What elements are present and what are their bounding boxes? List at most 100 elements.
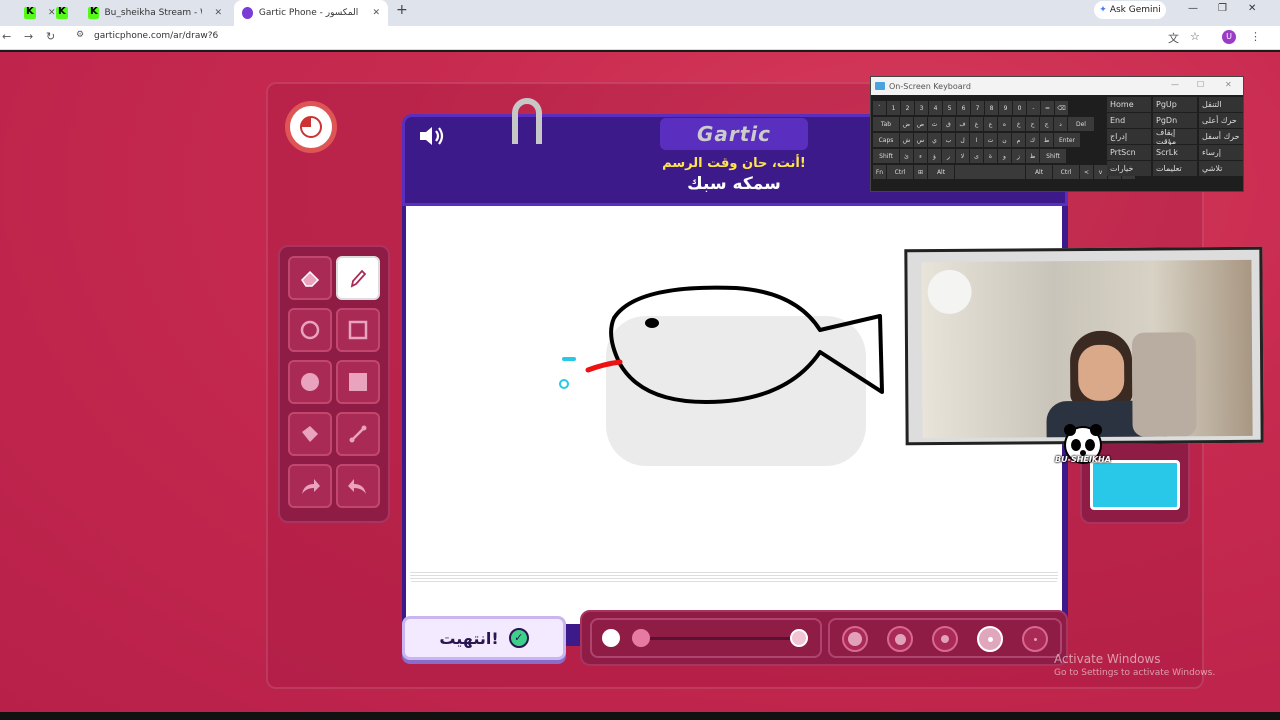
- osk-key[interactable]: ه: [998, 117, 1011, 131]
- fill-bucket-tool[interactable]: [288, 412, 332, 456]
- forward-icon[interactable]: →: [24, 30, 33, 43]
- bookmark-star-icon[interactable]: ☆: [1190, 30, 1200, 43]
- menu-icon[interactable]: ⋮: [1250, 30, 1261, 43]
- osk-side-key[interactable]: حرك أسفل: [1199, 129, 1243, 144]
- rect-fill-tool[interactable]: [336, 360, 380, 404]
- osk-key[interactable]: ؤ: [928, 149, 941, 163]
- osk-key[interactable]: 3: [915, 101, 928, 115]
- osk-key[interactable]: لا: [956, 149, 969, 163]
- osk-key[interactable]: ف: [956, 117, 969, 131]
- osk-key[interactable]: Ctrl: [1053, 165, 1079, 179]
- osk-key[interactable]: ق: [942, 117, 955, 131]
- osk-key[interactable]: Alt: [928, 165, 954, 179]
- osk-key[interactable]: =: [1041, 101, 1054, 115]
- tab-kick-2[interactable]: [48, 2, 76, 24]
- osk-side-key[interactable]: خيارات: [1107, 161, 1151, 176]
- osk-key[interactable]: ز: [1012, 149, 1025, 163]
- osk-key[interactable]: Shift: [1040, 149, 1066, 163]
- close-icon[interactable]: ✕: [1225, 80, 1232, 89]
- minimize-icon[interactable]: —: [1188, 3, 1198, 14]
- line-tool[interactable]: [336, 412, 380, 456]
- osk-key[interactable]: 4: [929, 101, 942, 115]
- tab-gartic[interactable]: Gartic Phone - الهاتف المكسور ✕: [234, 0, 388, 26]
- osk-key[interactable]: ب: [942, 133, 955, 147]
- osk-key[interactable]: ر: [942, 149, 955, 163]
- redo-tool[interactable]: [288, 464, 332, 508]
- osk-side-key[interactable]: PrtScn: [1107, 145, 1151, 160]
- brush-size-5[interactable]: [1022, 626, 1048, 652]
- osk-key[interactable]: ظ: [1026, 149, 1039, 163]
- reload-icon[interactable]: ↻: [46, 30, 55, 43]
- osk-key[interactable]: ث: [928, 117, 941, 131]
- url-field[interactable]: garticphone.com/ar/draw?6: [94, 31, 218, 41]
- osk-key[interactable]: ا: [970, 133, 983, 147]
- close-icon[interactable]: ✕: [372, 8, 380, 18]
- osk-key[interactable]: Caps: [873, 133, 899, 147]
- osk-key[interactable]: ى: [970, 149, 983, 163]
- osk-key[interactable]: 9: [999, 101, 1012, 115]
- osk-key[interactable]: ص: [914, 117, 927, 131]
- pencil-tool[interactable]: [336, 256, 380, 300]
- brush-size-4[interactable]: [977, 626, 1003, 652]
- tab-stream[interactable]: Bu_sheikha Stream - Watch Live ✕: [80, 2, 230, 24]
- osk-key[interactable]: ئ: [900, 149, 913, 163]
- minimize-icon[interactable]: —: [1171, 80, 1179, 89]
- close-window-icon[interactable]: ✕: [1248, 3, 1256, 14]
- site-info-icon[interactable]: ⚙: [76, 30, 84, 40]
- osk-key[interactable]: ك: [1026, 133, 1039, 147]
- avatar[interactable]: U: [1222, 30, 1236, 44]
- maximize-icon[interactable]: ☐: [1197, 80, 1204, 89]
- osk-side-key[interactable]: حرك أعلى: [1199, 113, 1243, 128]
- osk-key[interactable]: Fn: [873, 165, 886, 179]
- osk-key[interactable]: [955, 165, 1025, 179]
- osk-key[interactable]: غ: [970, 117, 983, 131]
- osk-key[interactable]: Del: [1068, 117, 1094, 131]
- translate-icon[interactable]: 文: [1168, 30, 1179, 46]
- osk-key[interactable]: ء: [914, 149, 927, 163]
- osk-side-key[interactable]: إرساء: [1199, 145, 1243, 160]
- osk-key[interactable]: ل: [956, 133, 969, 147]
- osk-key[interactable]: ج: [1040, 117, 1053, 131]
- osk-key[interactable]: ش: [900, 133, 913, 147]
- brush-size-2[interactable]: [887, 626, 913, 652]
- close-icon[interactable]: ✕: [214, 8, 222, 18]
- osk-key[interactable]: ة: [984, 149, 997, 163]
- restore-icon[interactable]: ❐: [1218, 3, 1227, 14]
- osk-key[interactable]: و: [998, 149, 1011, 163]
- osk-key[interactable]: `: [873, 101, 886, 115]
- osk-side-key[interactable]: تلاشي: [1199, 161, 1243, 176]
- osk-side-key[interactable]: تعليمات: [1153, 161, 1197, 176]
- osk-key[interactable]: 5: [943, 101, 956, 115]
- osk-key[interactable]: 6: [957, 101, 970, 115]
- osk-side-key[interactable]: PgUp: [1153, 97, 1197, 112]
- osk-key[interactable]: ن: [998, 133, 1011, 147]
- back-icon[interactable]: ←: [2, 30, 11, 43]
- new-tab-button[interactable]: +: [396, 2, 408, 18]
- osk-side-key[interactable]: End: [1107, 113, 1151, 128]
- osk-key[interactable]: Enter: [1054, 133, 1080, 147]
- osk-key[interactable]: 0: [1013, 101, 1026, 115]
- done-button[interactable]: انتهيت! ✓: [402, 616, 566, 660]
- rect-outline-tool[interactable]: [336, 308, 380, 352]
- osk-key[interactable]: 7: [971, 101, 984, 115]
- osk-side-key[interactable]: ScrLk: [1153, 145, 1197, 160]
- ask-gemini-button[interactable]: ✦ Ask Gemini: [1094, 1, 1166, 19]
- osk-key[interactable]: خ: [1012, 117, 1025, 131]
- osk-key[interactable]: Shift: [873, 149, 899, 163]
- osk-key[interactable]: ت: [984, 133, 997, 147]
- ellipse-outline-tool[interactable]: [288, 308, 332, 352]
- brush-size-1[interactable]: [842, 626, 868, 652]
- osk-key[interactable]: ⊞: [914, 165, 927, 179]
- ellipse-fill-tool[interactable]: [288, 360, 332, 404]
- osk-side-key[interactable]: إيقاف مؤقت: [1153, 128, 1197, 146]
- osk-key[interactable]: Tab: [873, 117, 899, 131]
- osk-key[interactable]: م: [1012, 133, 1025, 147]
- slider-thumb[interactable]: [632, 629, 650, 647]
- osk-key[interactable]: ⌫: [1055, 101, 1068, 115]
- osk-key[interactable]: ع: [984, 117, 997, 131]
- eraser-tool[interactable]: [288, 256, 332, 300]
- osk-side-key[interactable]: التنقل: [1199, 97, 1243, 112]
- osk-side-key[interactable]: PgDn: [1153, 113, 1197, 128]
- osk-key[interactable]: 2: [901, 101, 914, 115]
- osk-key[interactable]: Ctrl: [887, 165, 913, 179]
